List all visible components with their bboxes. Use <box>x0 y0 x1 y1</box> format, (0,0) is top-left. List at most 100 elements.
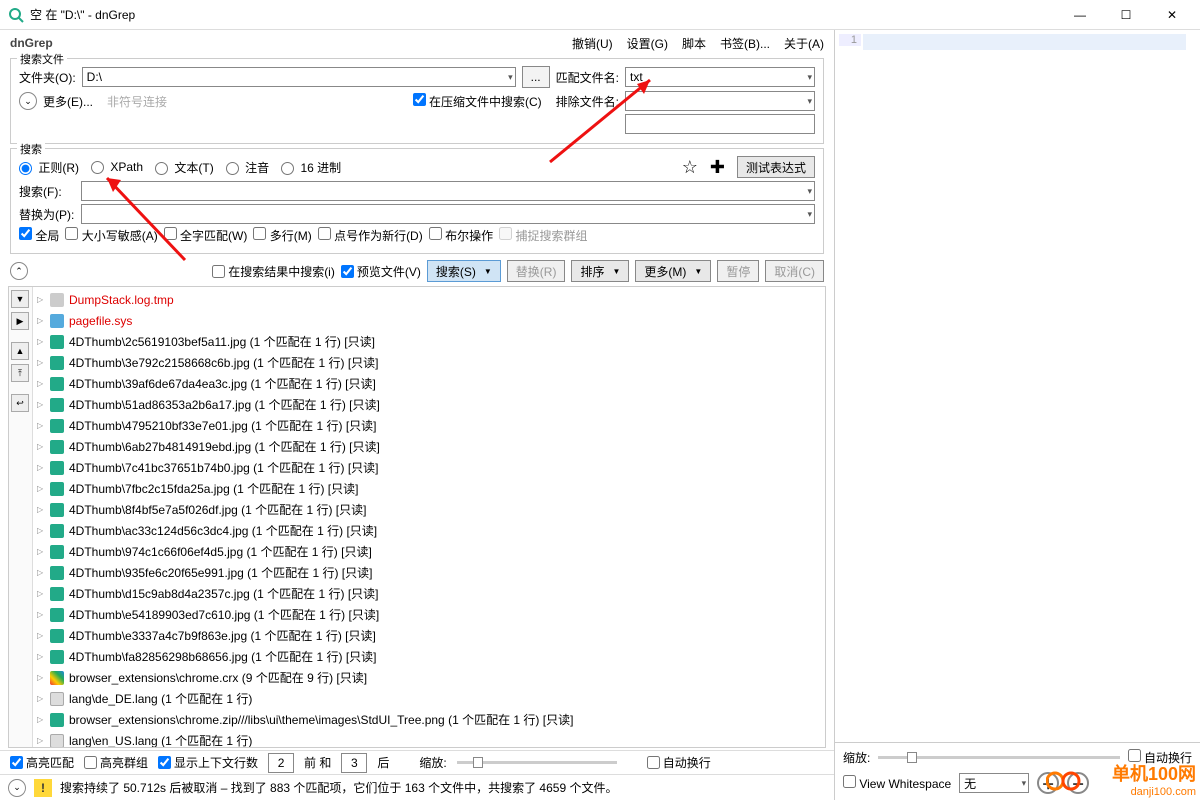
result-row[interactable]: ▷4DThumb\4795210bf33e7e01.jpg (1 个匹配在 1 … <box>37 415 821 436</box>
result-row[interactable]: ▷4DThumb\8f4bf5e7a5f026df.jpg (1 个匹配在 1 … <box>37 499 821 520</box>
menu-about[interactable]: 关于(A) <box>784 35 824 52</box>
expand-icon[interactable]: ▷ <box>37 463 45 472</box>
result-row[interactable]: ▷4DThumb\fa82856298b68656.jpg (1 个匹配在 1 … <box>37 646 821 667</box>
result-row[interactable]: ▷DumpStack.log.tmp <box>37 289 821 310</box>
sort-button[interactable]: 排序 <box>571 260 629 282</box>
expand-icon[interactable]: ▷ <box>37 652 45 661</box>
result-row[interactable]: ▷4DThumb\51ad86353a2b6a17.jpg (1 个匹配在 1 … <box>37 394 821 415</box>
context-before-input[interactable] <box>268 753 294 773</box>
expand-icon[interactable]: ▷ <box>37 337 45 346</box>
result-row[interactable]: ▷lang\de_DE.lang (1 个匹配在 1 行) <box>37 688 821 709</box>
context-after-input[interactable] <box>341 753 367 773</box>
result-row[interactable]: ▷4DThumb\e54189903ed7c610.jpg (1 个匹配在 1 … <box>37 604 821 625</box>
cb-whole[interactable]: 全字匹配(W) <box>164 227 248 244</box>
cb-highlight-group[interactable]: 高亮群组 <box>84 754 148 771</box>
replace-field[interactable]: ▾ <box>81 204 815 224</box>
browse-button[interactable]: ... <box>522 66 550 88</box>
extra-filter-input[interactable] <box>625 114 815 134</box>
tool-right[interactable]: ▶ <box>11 312 29 330</box>
expand-icon[interactable]: ▷ <box>37 505 45 514</box>
pause-button[interactable]: 暂停 <box>717 260 759 282</box>
menu-script[interactable]: 脚本 <box>682 35 706 52</box>
expand-icon[interactable]: ▷ <box>37 400 45 409</box>
result-row[interactable]: ▷4DThumb\e3337a4c7b9f863e.jpg (1 个匹配在 1 … <box>37 625 821 646</box>
expand-icon[interactable]: ▷ <box>37 379 45 388</box>
expand-icon[interactable]: ▷ <box>37 295 45 304</box>
cancel-button[interactable]: 取消(C) <box>765 260 824 282</box>
expand-icon[interactable]: ▷ <box>37 610 45 619</box>
match-files-combo[interactable]: txt▾ <box>625 67 815 87</box>
result-row[interactable]: ▷4DThumb\7fbc2c15fda25a.jpg (1 个匹配在 1 行)… <box>37 478 821 499</box>
zoom-slider-left[interactable] <box>457 761 617 764</box>
expand-more-button[interactable]: ⌄ <box>19 92 37 110</box>
test-expression-button[interactable]: 测试表达式 <box>737 156 815 178</box>
replace-button[interactable]: 替换(R) <box>507 260 566 282</box>
result-row[interactable]: ▷4DThumb\ac33c124d56c3dc4.jpg (1 个匹配在 1 … <box>37 520 821 541</box>
result-row[interactable]: ▷4DThumb\974c1c66f06ef4d5.jpg (1 个匹配在 1 … <box>37 541 821 562</box>
expand-icon[interactable]: ▷ <box>37 568 45 577</box>
cb-view-whitespace[interactable]: View Whitespace <box>843 775 951 791</box>
more-button[interactable]: 更多(M) <box>635 260 711 282</box>
exclude-files-combo[interactable]: ▾ <box>625 91 815 111</box>
cb-autowrap-left[interactable]: 自动换行 <box>647 754 711 771</box>
status-expand[interactable]: ⌄ <box>8 779 26 797</box>
cb-multiline[interactable]: 多行(M) <box>253 227 311 244</box>
cb-show-context[interactable]: 显示上下文行数 <box>158 754 258 771</box>
expand-icon[interactable]: ▷ <box>37 736 45 745</box>
result-row[interactable]: ▷browser_extensions\chrome.zip///libs\ui… <box>37 709 821 730</box>
radio-phonetic[interactable]: 注音 <box>226 159 269 176</box>
menu-settings[interactable]: 设置(G) <box>627 35 668 52</box>
zoom-slider-right[interactable] <box>878 756 1119 759</box>
cb-dotnewline[interactable]: 点号作为新行(D) <box>318 227 423 244</box>
result-row[interactable]: ▷4DThumb\7c41bc37651b74b0.jpg (1 个匹配在 1 … <box>37 457 821 478</box>
radio-text[interactable]: 文本(T) <box>155 159 214 176</box>
cb-preview-file[interactable]: 预览文件(V) <box>341 263 421 280</box>
add-icon[interactable]: ✚ <box>710 157 725 178</box>
search-field[interactable]: ▾ <box>81 181 815 201</box>
radio-hex[interactable]: 16 进制 <box>281 159 341 176</box>
result-row[interactable]: ▷pagefile.sys <box>37 310 821 331</box>
expand-icon[interactable]: ▷ <box>37 484 45 493</box>
result-row[interactable]: ▷browser_extensions\chrome.crx (9 个匹配在 9… <box>37 667 821 688</box>
more-label[interactable]: 更多(E)... <box>43 93 93 110</box>
results-list[interactable]: ▷DumpStack.log.tmp ▷pagefile.sys ▷4DThum… <box>33 287 825 747</box>
favorite-icon[interactable]: ☆ <box>682 157 698 178</box>
folder-combo[interactable]: D:\▾ <box>82 67 516 87</box>
cb-case[interactable]: 大小写敏感(A) <box>65 227 157 244</box>
cb-highlight[interactable]: 高亮匹配 <box>10 754 74 771</box>
expand-icon[interactable]: ▷ <box>37 316 45 325</box>
expand-icon[interactable]: ▷ <box>37 442 45 451</box>
expand-icon[interactable]: ▷ <box>37 589 45 598</box>
menu-undo[interactable]: 撤销(U) <box>572 35 613 52</box>
expand-icon[interactable]: ▷ <box>37 694 45 703</box>
expand-icon[interactable]: ▷ <box>37 673 45 682</box>
cb-boolean[interactable]: 布尔操作 <box>429 227 493 244</box>
tool-down[interactable]: ▼ <box>11 290 29 308</box>
preview-body[interactable]: 1 <box>835 30 1200 742</box>
menu-bookmarks[interactable]: 书签(B)... <box>720 35 770 52</box>
cb-search-in-results[interactable]: 在搜索结果中搜索(i) <box>212 263 335 280</box>
result-row[interactable]: ▷4DThumb\39af6de67da4ea3c.jpg (1 个匹配在 1 … <box>37 373 821 394</box>
collapse-button[interactable]: ⌃ <box>10 262 28 280</box>
minimize-button[interactable]: — <box>1066 8 1094 22</box>
expand-icon[interactable]: ▷ <box>37 526 45 535</box>
syntax-combo[interactable]: 无▾ <box>959 773 1029 793</box>
expand-icon[interactable]: ▷ <box>37 547 45 556</box>
result-row[interactable]: ▷4DThumb\6ab27b4814919ebd.jpg (1 个匹配在 1 … <box>37 436 821 457</box>
search-button[interactable]: 搜索(S) <box>427 260 501 282</box>
result-row[interactable]: ▷lang\en_US.lang (1 个匹配在 1 行) <box>37 730 821 747</box>
expand-icon[interactable]: ▷ <box>37 715 45 724</box>
result-row[interactable]: ▷4DThumb\d15c9ab8d4a2357c.jpg (1 个匹配在 1 … <box>37 583 821 604</box>
result-row[interactable]: ▷4DThumb\3e792c2158668c6b.jpg (1 个匹配在 1 … <box>37 352 821 373</box>
result-row[interactable]: ▷4DThumb\935fe6c20f65e991.jpg (1 个匹配在 1 … <box>37 562 821 583</box>
radio-regex[interactable]: 正则(R) <box>19 159 79 176</box>
maximize-button[interactable]: ☐ <box>1112 8 1140 22</box>
result-row[interactable]: ▷4DThumb\2c5619103bef5a11.jpg (1 个匹配在 1 … <box>37 331 821 352</box>
tool-top[interactable]: ⤒ <box>11 364 29 382</box>
close-button[interactable]: ✕ <box>1158 8 1186 22</box>
radio-xpath[interactable]: XPath <box>91 160 143 174</box>
tool-up[interactable]: ▲ <box>11 342 29 360</box>
expand-icon[interactable]: ▷ <box>37 631 45 640</box>
tool-wrap[interactable]: ↩ <box>11 394 29 412</box>
expand-icon[interactable]: ▷ <box>37 358 45 367</box>
